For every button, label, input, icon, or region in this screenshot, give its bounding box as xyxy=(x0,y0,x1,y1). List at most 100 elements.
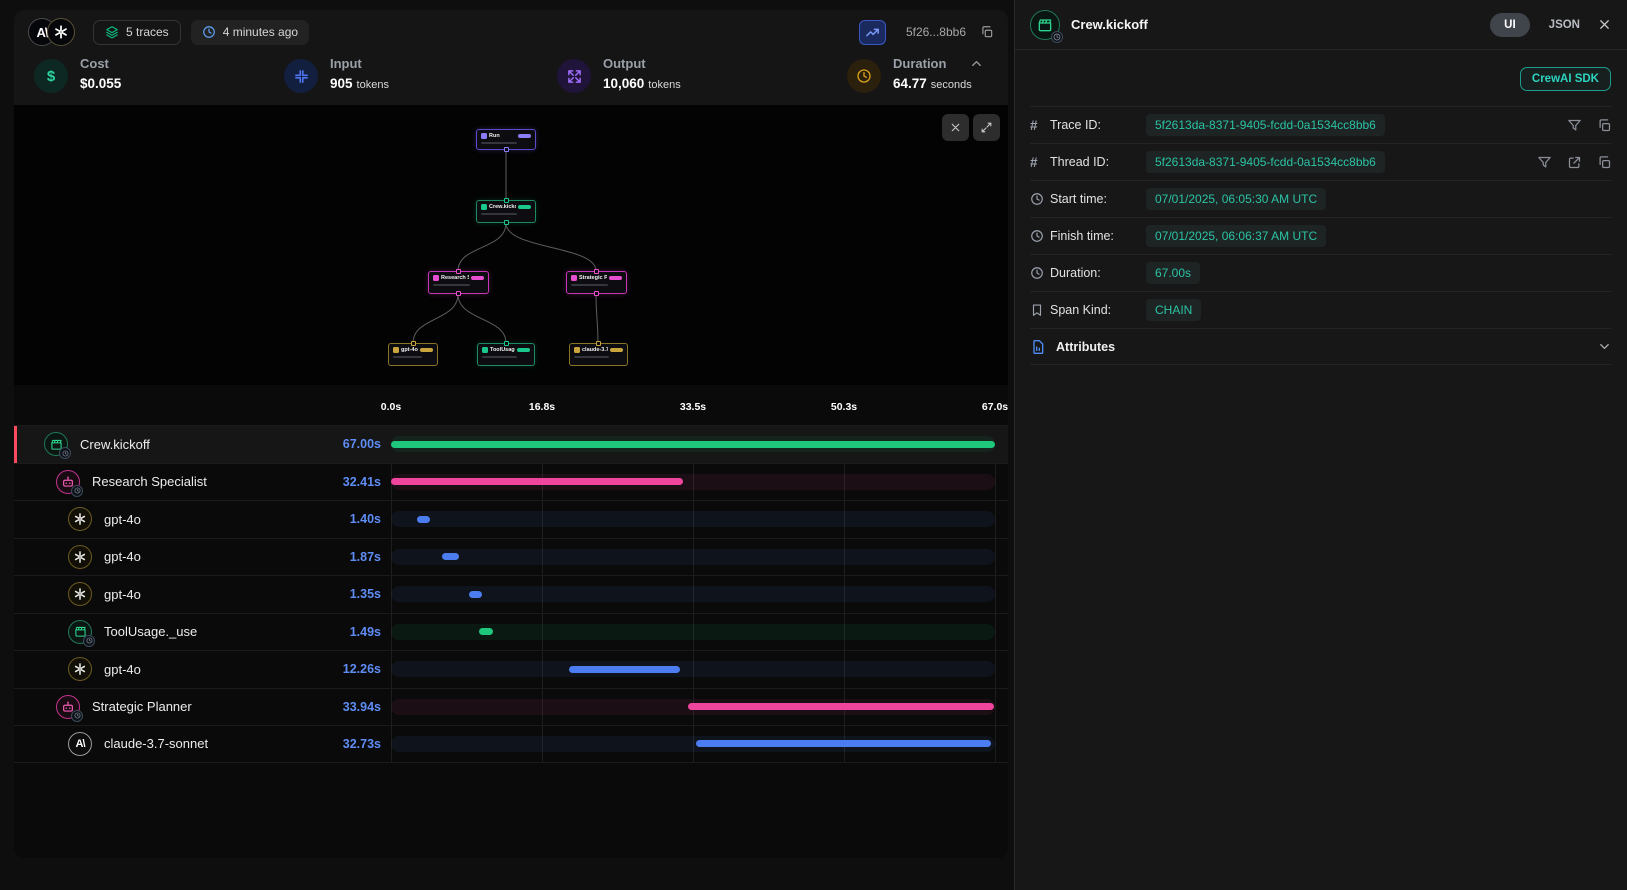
span-timeline xyxy=(391,651,995,688)
node-handle xyxy=(504,198,509,203)
hash-icon: # xyxy=(1030,118,1050,133)
node-handle xyxy=(594,269,599,274)
close-graph-button[interactable] xyxy=(942,114,969,141)
node-type-icon xyxy=(482,347,488,353)
span-track xyxy=(391,549,995,565)
copy-icon xyxy=(1597,155,1612,170)
expand-icon xyxy=(980,121,993,134)
panel-title: Crew.kickoff xyxy=(1071,17,1148,32)
span-name: gpt-4o xyxy=(104,512,141,527)
trace-age-label: 4 minutes ago xyxy=(223,25,298,39)
span-name: gpt-4o xyxy=(104,587,141,602)
node-label: ToolUsage._use xyxy=(490,347,515,353)
span-timeline xyxy=(391,689,995,726)
node-handle xyxy=(504,220,509,225)
trace-card: A\ 5 traces 4 minutes ago xyxy=(14,10,1008,858)
waterfall-row[interactable]: gpt-4o1.35s xyxy=(14,575,1008,613)
graph-node[interactable]: claude-3.7-sonnet xyxy=(569,343,628,366)
node-label: claude-3.7-sonnet xyxy=(582,347,608,353)
chevron-down-icon xyxy=(1597,339,1612,354)
open-thread-button[interactable] xyxy=(1567,155,1582,170)
traces-count-badge[interactable]: 5 traces xyxy=(93,20,181,45)
node-badge xyxy=(517,348,530,353)
trace-dashboard: A\ 5 traces 4 minutes ago xyxy=(0,0,1627,890)
span-duration: 33.94s xyxy=(343,700,381,714)
span-duration: 1.49s xyxy=(350,625,381,639)
waterfall-row[interactable]: Strategic Planner33.94s xyxy=(14,688,1008,726)
node-type-icon xyxy=(481,133,487,139)
copy-thread-id-button[interactable] xyxy=(1597,155,1612,170)
waterfall-row[interactable]: gpt-4o1.87s xyxy=(14,538,1008,576)
axis-tick: 0.0s xyxy=(381,401,401,413)
detail-label: Start time: xyxy=(1050,192,1146,206)
waterfall-row[interactable]: gpt-4o12.26s xyxy=(14,650,1008,688)
node-label: Run xyxy=(489,133,516,139)
node-handle xyxy=(596,341,601,346)
attributes-section-toggle[interactable]: Attributes xyxy=(1030,328,1612,365)
clock-badge-icon xyxy=(71,485,83,497)
graph-node[interactable]: ToolUsage._use xyxy=(477,343,535,366)
view-metrics-button[interactable] xyxy=(859,20,886,45)
expand-graph-button[interactable] xyxy=(973,114,1000,141)
waterfall-row[interactable]: Crew.kickoff67.00s xyxy=(14,425,1008,463)
filter-thread-id-button[interactable] xyxy=(1537,155,1552,170)
agent-robot-icon xyxy=(56,695,80,719)
copy-trace-id-button[interactable] xyxy=(1597,118,1612,133)
clock-icon xyxy=(202,25,216,39)
trace-main-area: A\ 5 traces 4 minutes ago xyxy=(0,0,1014,890)
copy-trace-id-button[interactable] xyxy=(980,25,994,39)
clock-icon xyxy=(1030,229,1050,243)
close-panel-button[interactable] xyxy=(1597,17,1612,32)
node-subtitle xyxy=(481,213,517,215)
axis-tick: 16.8s xyxy=(529,401,555,413)
detail-row-finish-time: Finish time: 07/01/2025, 06:06:37 AM UTC xyxy=(1030,217,1612,254)
waterfall-row[interactable]: ToolUsage._use1.49s xyxy=(14,613,1008,651)
stat-unit: tokens xyxy=(648,79,680,91)
close-icon xyxy=(949,121,962,134)
trace-id-value[interactable]: 5f2613da-8371-9405-fcdd-0a1534cc8bb6 xyxy=(1146,114,1385,136)
axis-tick: 67.0s xyxy=(982,401,1008,413)
node-subtitle xyxy=(571,284,608,286)
waterfall-row[interactable]: Research Specialist32.41s xyxy=(14,463,1008,501)
hash-icon: # xyxy=(1030,155,1050,170)
openai-logo-icon xyxy=(68,507,92,531)
node-badge xyxy=(518,205,531,210)
waterfall-rows: Crew.kickoff67.00sResearch Specialist32.… xyxy=(14,425,1008,763)
node-badge xyxy=(518,134,531,139)
node-label: Research Speciali... xyxy=(441,275,469,281)
graph-node[interactable]: gpt-4o xyxy=(388,343,438,366)
thread-id-value[interactable]: 5f2613da-8371-9405-fcdd-0a1534cc8bb6 xyxy=(1146,151,1385,173)
span-duration: 1.40s xyxy=(350,512,381,526)
graph-node[interactable]: Strategic Planner xyxy=(566,271,627,294)
waterfall-row[interactable]: gpt-4o 1.40s xyxy=(14,500,1008,538)
span-name: gpt-4o xyxy=(104,549,141,564)
tab-json[interactable]: JSON xyxy=(1549,19,1580,31)
node-handle xyxy=(456,291,461,296)
trace-id-short[interactable]: 5f26...8bb6 xyxy=(906,25,966,39)
stat-duration: Duration 64.77seconds xyxy=(847,56,972,93)
graph-node[interactable]: Research Speciali... xyxy=(428,271,489,294)
span-timeline xyxy=(391,501,995,538)
tab-ui[interactable]: UI xyxy=(1490,13,1530,37)
span-bar xyxy=(696,740,991,747)
axis-tick: 50.3s xyxy=(831,401,857,413)
openai-logo-icon xyxy=(68,545,92,569)
crew-icon xyxy=(44,432,68,456)
sdk-row: CrewAI SDK xyxy=(1015,50,1627,106)
copy-icon xyxy=(980,25,994,39)
collapse-stats-button[interactable] xyxy=(969,56,984,71)
waterfall-row[interactable]: A\claude-3.7-sonnet32.73s xyxy=(14,725,1008,763)
graph-node[interactable]: Crew.kickoff xyxy=(476,200,536,223)
duration-value: 67.00s xyxy=(1146,262,1200,284)
node-type-icon xyxy=(393,347,399,353)
clock-badge-icon xyxy=(71,710,83,722)
funnel-icon xyxy=(1537,155,1552,170)
span-duration: 32.41s xyxy=(343,475,381,489)
anthropic-logo-icon: A\ xyxy=(68,732,92,756)
clock-icon xyxy=(847,59,881,93)
span-timeline xyxy=(391,614,995,651)
span-track xyxy=(391,511,995,527)
graph-node[interactable]: Run xyxy=(476,129,536,150)
detail-row-trace-id: # Trace ID: 5f2613da-8371-9405-fcdd-0a15… xyxy=(1030,106,1612,143)
filter-trace-id-button[interactable] xyxy=(1567,118,1582,133)
